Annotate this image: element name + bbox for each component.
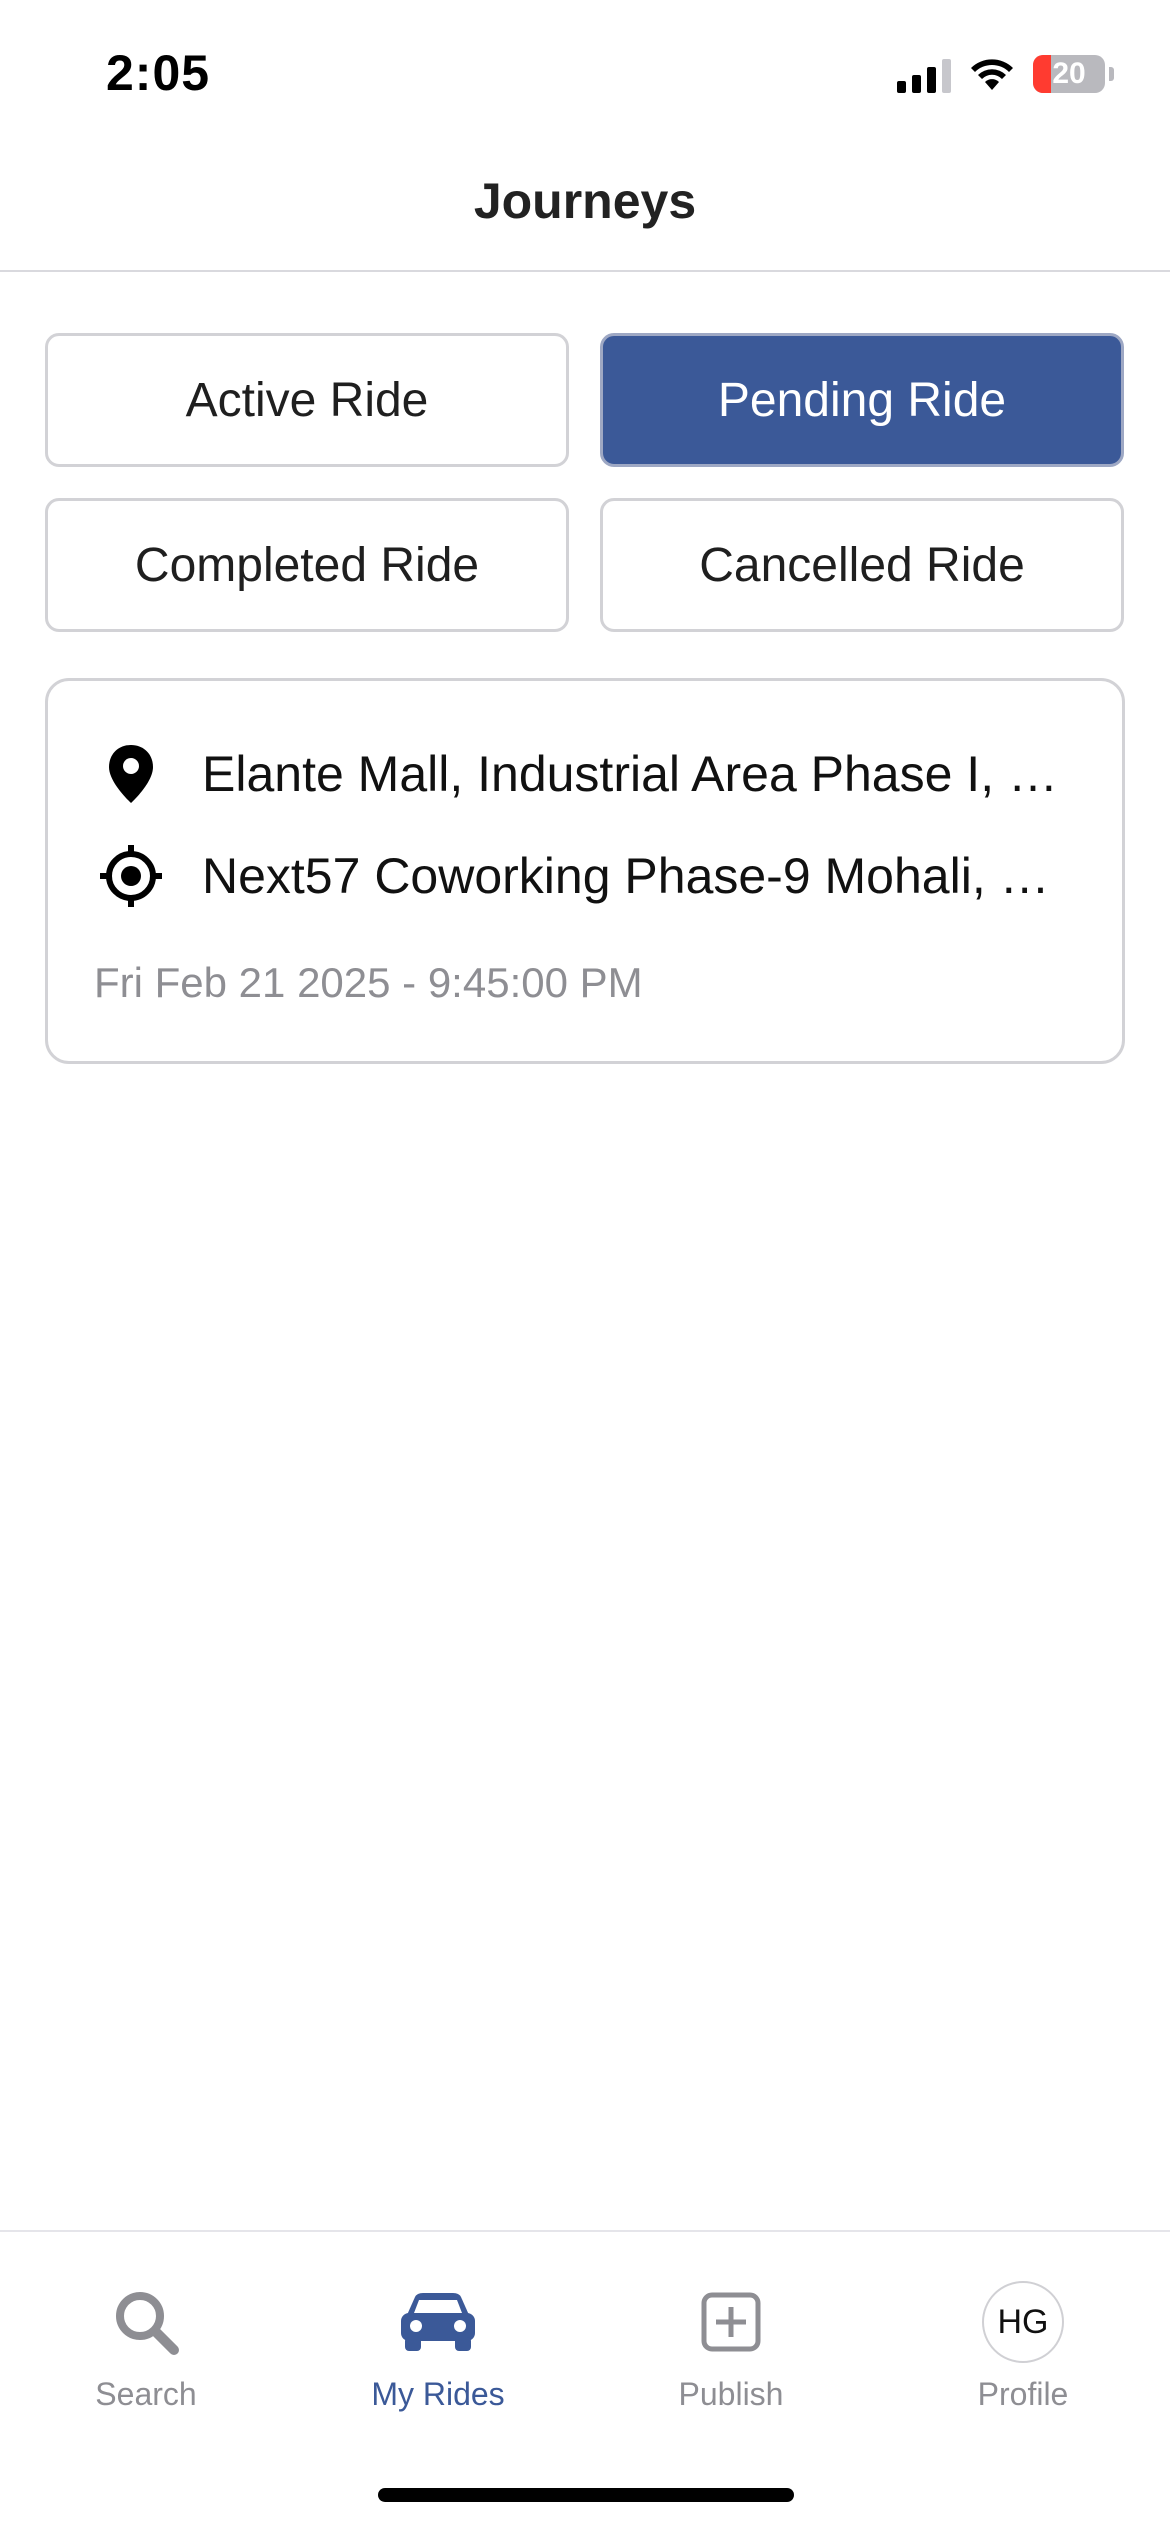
filter-completed-ride-button[interactable]: Completed Ride — [45, 498, 569, 632]
page-title: Journeys — [473, 173, 697, 229]
tab-publish[interactable]: Publish — [585, 2232, 877, 2452]
pickup-row: Elante Mall, Industrial Area Phase I, C.… — [98, 741, 1062, 807]
tab-search[interactable]: Search — [0, 2232, 292, 2452]
status-bar: 2:05 20 — [0, 0, 1170, 140]
filter-cancelled-ride-button[interactable]: Cancelled Ride — [600, 498, 1124, 632]
battery-icon: 20 — [1033, 55, 1105, 93]
search-icon — [110, 2282, 182, 2362]
filter-pending-ride-button[interactable]: Pending Ride — [600, 333, 1124, 467]
status-time: 2:05 — [106, 45, 211, 101]
dropoff-location: Next57 Coworking Phase-9 Mohali, n... — [202, 848, 1062, 904]
filter-active-ride-button[interactable]: Active Ride — [45, 333, 569, 467]
map-pin-icon — [98, 741, 164, 807]
home-indicator[interactable] — [378, 2488, 794, 2502]
tab-bar: Search My Rides Publish HG Profile — [0, 2230, 1170, 2532]
car-icon — [399, 2282, 477, 2362]
crosshair-target-icon — [98, 843, 164, 909]
battery-level: 20 — [1052, 57, 1086, 90]
tab-my-rides[interactable]: My Rides — [292, 2232, 584, 2452]
journeys-screen: 2:05 20 Journeys Active Ride Pending Rid… — [0, 0, 1170, 2532]
dropoff-row: Next57 Coworking Phase-9 Mohali, n... — [98, 843, 1062, 909]
wifi-icon — [971, 59, 1013, 90]
tab-profile[interactable]: HG Profile — [877, 2232, 1169, 2452]
avatar: HG — [982, 2281, 1064, 2363]
tab-profile-label: Profile — [977, 2376, 1069, 2412]
ride-card[interactable]: Elante Mall, Industrial Area Phase I, C.… — [45, 678, 1125, 1064]
tab-my-rides-label: My Rides — [371, 2376, 505, 2412]
status-icons: 20 — [897, 52, 1114, 96]
pickup-location: Elante Mall, Industrial Area Phase I, C.… — [202, 746, 1062, 802]
plus-square-icon — [700, 2282, 762, 2362]
nav-header: Journeys — [0, 140, 1170, 272]
ride-datetime: Fri Feb 21 2025 - 9:45:00 PM — [94, 959, 643, 1006]
tab-publish-label: Publish — [678, 2376, 784, 2412]
tab-search-label: Search — [95, 2376, 197, 2412]
cellular-signal-icon — [897, 55, 951, 93]
